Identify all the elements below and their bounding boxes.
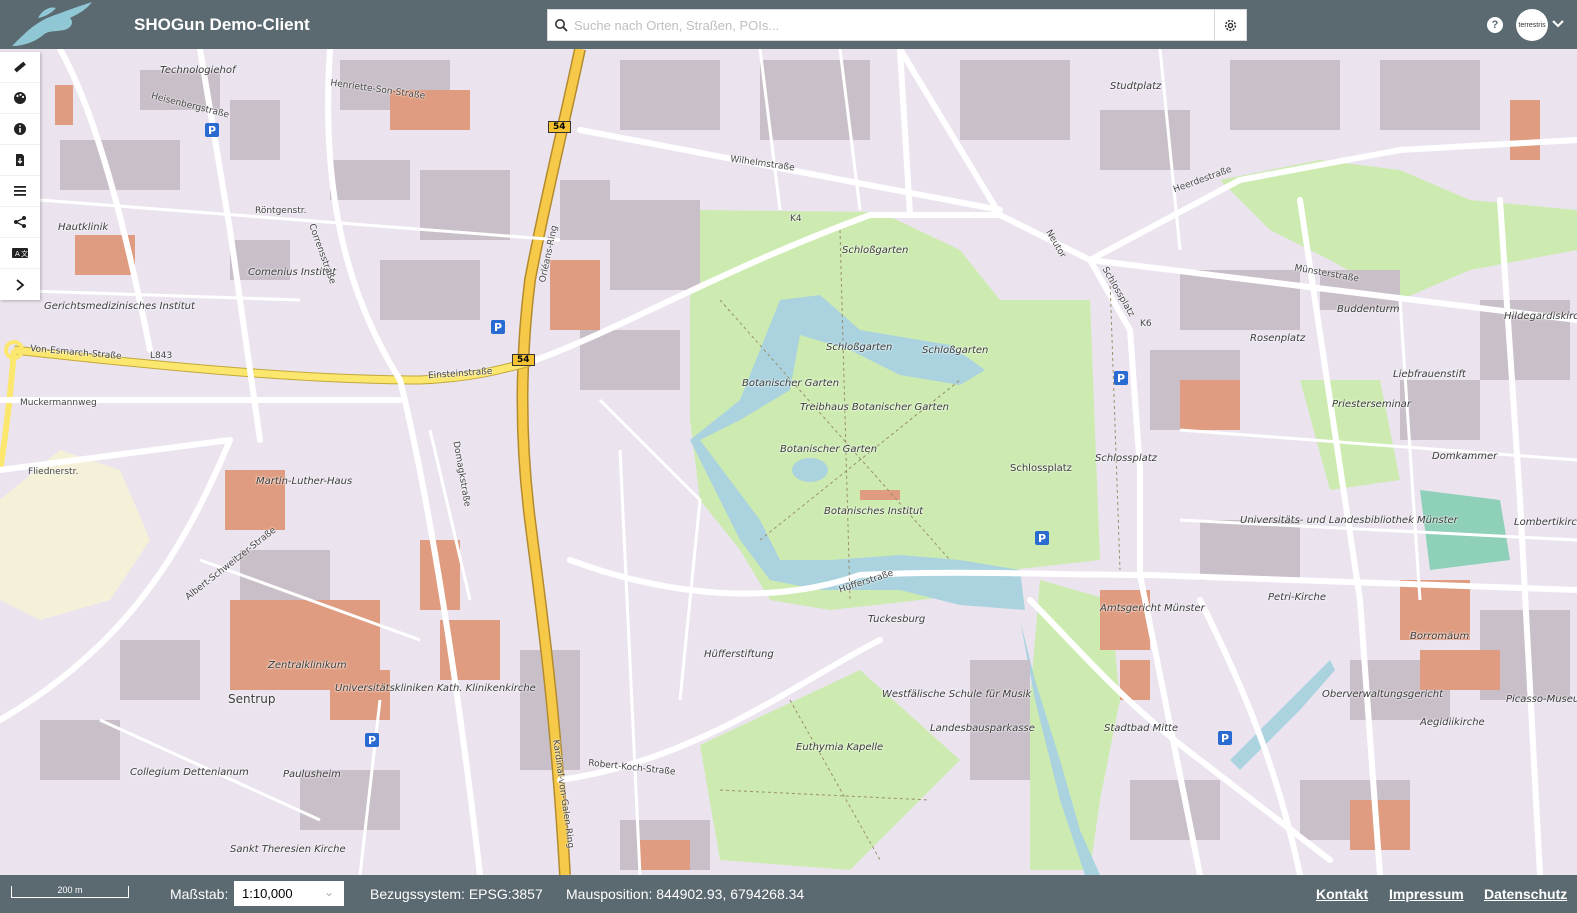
logo-icon xyxy=(12,2,92,46)
map-label: Aegidiikirche xyxy=(1420,717,1485,728)
mouse-position: Mausposition: 844902.93, 6794268.34 xyxy=(566,886,805,902)
footer-bar: 200 m Maßstab: 1:10,000 ⌄ Bezugssystem: … xyxy=(0,875,1577,913)
imprint-link[interactable]: Impressum xyxy=(1389,886,1464,902)
app-title: SHOGun Demo-Client xyxy=(134,15,310,34)
map-label: Martin-Luther-Haus xyxy=(256,476,353,487)
layers-icon xyxy=(14,186,26,196)
avatar[interactable]: terrestris xyxy=(1516,9,1548,41)
map-label: Gerichtsmedizinisches Institut xyxy=(44,301,195,312)
share-icon xyxy=(14,216,26,228)
parking-icon: P xyxy=(1035,531,1049,545)
road-number: L843 xyxy=(150,351,173,361)
road-number: K4 xyxy=(790,214,802,224)
scale-label: Maßstab: xyxy=(170,886,229,902)
street-label: Muckermannweg xyxy=(20,398,97,408)
app-header: SHOGun Demo-Client ? terrestris xyxy=(0,0,1577,49)
layers-button[interactable] xyxy=(0,176,40,207)
parking-icon: P xyxy=(205,123,219,137)
svg-text:A: A xyxy=(15,250,20,258)
map-label: Schloßgarten xyxy=(922,345,989,356)
map-label: Hautklinik xyxy=(58,222,109,233)
search-settings-button[interactable] xyxy=(1214,10,1246,40)
map-label: Sankt Theresien Kirche xyxy=(230,844,346,855)
map-label: Hildegardiskirche xyxy=(1504,311,1577,322)
style-button[interactable] xyxy=(0,83,40,114)
info-icon xyxy=(14,123,26,135)
parking-icon: P xyxy=(491,320,505,334)
map-label: Picasso-Museum xyxy=(1506,694,1577,705)
crs-text: Bezugssystem: EPSG:3857 xyxy=(370,886,543,902)
map-label: Borromäum xyxy=(1410,631,1470,642)
road-shield: 54 xyxy=(548,121,571,133)
chevron-down-icon[interactable] xyxy=(1551,18,1565,30)
measure-button[interactable] xyxy=(0,52,40,83)
map-label: Priesterseminar xyxy=(1332,399,1411,410)
map-label: Lombertikirche xyxy=(1514,517,1577,528)
map-label: Landesbausparkasse xyxy=(930,723,1035,734)
map-label: Botanischer Garten xyxy=(780,444,878,455)
map-toolbar: A文 xyxy=(0,52,40,300)
scale-value: 1:10,000 xyxy=(242,886,293,901)
parking-icon: P xyxy=(1218,731,1232,745)
map-label: Studtplatz xyxy=(1110,81,1162,92)
language-icon: A文 xyxy=(12,248,28,258)
gear-icon xyxy=(1224,19,1237,31)
share-button[interactable] xyxy=(0,207,40,238)
print-button[interactable] xyxy=(0,145,40,176)
map-label: Tuckesburg xyxy=(868,614,926,625)
map-label: Universitäts- und Landesbibliothek Münst… xyxy=(1240,515,1458,526)
map-canvas xyxy=(0,49,1577,875)
road-shield: 54 xyxy=(512,354,535,366)
svg-text:文: 文 xyxy=(21,249,28,258)
chevron-down-icon: ⌄ xyxy=(323,885,334,899)
street-label: Fliednerstr. xyxy=(28,467,79,477)
map-label: Technologiehof xyxy=(160,65,236,76)
road-number: K6 xyxy=(1140,319,1152,329)
search-bar xyxy=(547,9,1247,41)
palette-icon xyxy=(14,92,26,104)
help-button[interactable]: ? xyxy=(1487,17,1503,33)
scale-select[interactable]: 1:10,000 ⌄ xyxy=(234,881,344,906)
info-button[interactable] xyxy=(0,114,40,145)
map-label: Zentralklinikum xyxy=(268,660,347,671)
map-label: Buddenturm xyxy=(1337,304,1400,315)
map-label: Domkammer xyxy=(1432,451,1498,462)
map-label: Petri-Kirche xyxy=(1268,592,1327,603)
map-label: Treibhaus Botanischer Garten xyxy=(800,402,949,413)
map-view[interactable]: Technologiehof Hautklinik Comenius Insti… xyxy=(0,49,1577,875)
map-label: Sentrup xyxy=(228,692,276,706)
parking-icon: P xyxy=(1114,371,1128,385)
language-button[interactable]: A文 xyxy=(0,238,40,269)
map-label: Schloßgarten xyxy=(842,245,909,256)
privacy-link[interactable]: Datenschutz xyxy=(1484,886,1567,902)
scale-bar-label: 200 m xyxy=(57,885,83,895)
map-label: Rosenplatz xyxy=(1250,333,1306,344)
map-label: Botanisches Institut xyxy=(824,506,924,517)
search-input[interactable] xyxy=(574,17,1214,33)
measure-icon xyxy=(14,61,26,73)
street-label: Röntgenstr. xyxy=(255,206,307,216)
map-label: Amtsgericht Münster xyxy=(1100,603,1205,614)
scale-bar: 200 m xyxy=(11,885,129,898)
map-label: Universitätskliniken Kath. Klinikenkirch… xyxy=(335,683,536,694)
map-label: Schlossplatz xyxy=(1010,463,1072,474)
chevron-right-icon xyxy=(16,278,25,291)
map-label: Stadtbad Mitte xyxy=(1104,723,1179,734)
search-icon xyxy=(548,10,574,40)
map-label: Schloßgarten xyxy=(826,342,893,353)
contact-link[interactable]: Kontakt xyxy=(1316,886,1368,902)
map-label: Westfälische Schule für Musik xyxy=(882,689,1032,700)
parking-icon: P xyxy=(365,733,379,747)
map-label: Liebfrauenstift xyxy=(1393,369,1466,380)
map-label: Botanischer Garten xyxy=(742,378,840,389)
map-label: Oberverwaltungsgericht xyxy=(1322,689,1444,700)
map-label: Paulusheim xyxy=(283,769,341,780)
map-label: Collegium Dettenianum xyxy=(130,767,249,778)
map-label: Hüfferstiftung xyxy=(704,649,774,660)
print-icon xyxy=(16,154,24,166)
map-label: Schlossplatz xyxy=(1095,453,1157,464)
map-label: Euthymia Kapelle xyxy=(796,742,884,753)
expand-toolbar-button[interactable] xyxy=(0,269,40,300)
